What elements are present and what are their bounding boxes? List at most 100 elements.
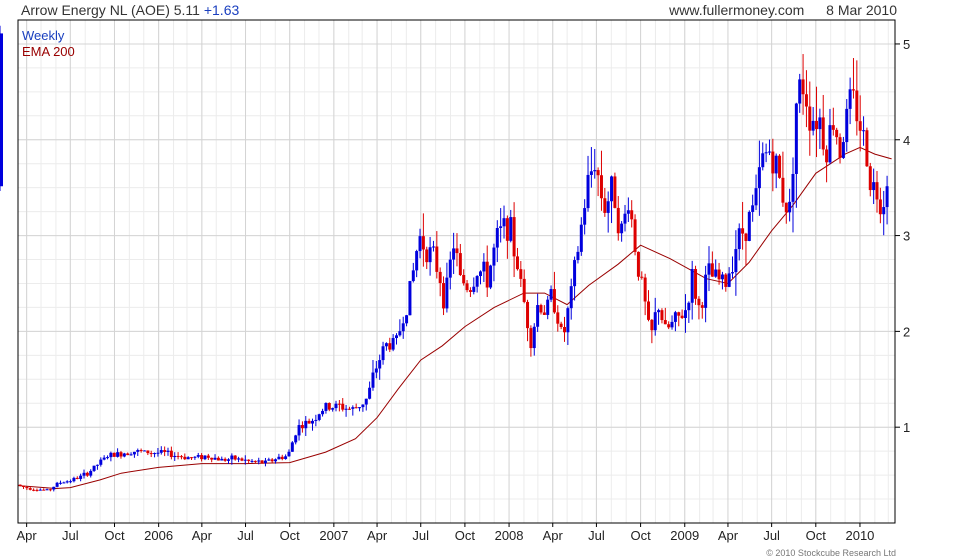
- candle-body: [270, 459, 274, 462]
- candle-body: [744, 233, 748, 241]
- candle-body: [794, 103, 798, 174]
- candle-body: [546, 299, 550, 315]
- candle-body: [559, 323, 563, 328]
- candle-body: [576, 251, 580, 261]
- candle-body: [331, 408, 335, 410]
- candle-body: [132, 451, 136, 455]
- x-tick-label: Jul: [237, 528, 254, 543]
- candle-body: [294, 435, 298, 443]
- legend-entry: EMA 200: [22, 44, 75, 59]
- candle-body: [529, 328, 533, 349]
- candle-body: [791, 173, 795, 202]
- y-tick-label: 1: [903, 420, 910, 435]
- x-tick-label: Oct: [104, 528, 125, 543]
- candle-body: [828, 125, 832, 163]
- candle-body: [767, 151, 771, 153]
- candle-body: [872, 182, 876, 191]
- candle-body: [72, 477, 76, 482]
- candle-body: [247, 459, 251, 461]
- candle-body: [734, 249, 738, 273]
- candle-body: [159, 450, 163, 453]
- candle-body: [771, 151, 775, 174]
- candle-body: [18, 484, 22, 486]
- candle-body: [317, 414, 321, 420]
- candle-body: [596, 170, 600, 176]
- candle-body: [126, 453, 130, 456]
- candle-body: [200, 455, 204, 460]
- candle-body: [166, 450, 170, 452]
- candle-body: [156, 452, 160, 454]
- candle-body: [452, 248, 456, 260]
- plot-frame: [17, 19, 896, 524]
- candle-body: [566, 308, 570, 333]
- candle-body: [589, 171, 593, 175]
- candle-body: [650, 319, 654, 331]
- candle-body: [465, 283, 469, 291]
- candle-body: [106, 457, 110, 459]
- candle-body: [163, 450, 167, 452]
- candle-body: [297, 425, 301, 436]
- candle-body: [882, 207, 886, 215]
- x-tick-label: Jul: [763, 528, 780, 543]
- candle-body: [764, 152, 768, 154]
- candle-body: [388, 343, 392, 350]
- candle-body: [149, 453, 153, 455]
- candle-body: [176, 455, 180, 457]
- candle-body: [825, 149, 829, 163]
- candle-body: [512, 217, 516, 257]
- candle-body: [539, 305, 543, 313]
- candle-body: [710, 263, 714, 277]
- candle-body: [838, 137, 842, 158]
- candle-body: [327, 403, 331, 410]
- candle-body: [25, 487, 29, 489]
- candle-body: [878, 199, 882, 215]
- candle-body: [670, 321, 674, 328]
- x-tick-label: Apr: [192, 528, 213, 543]
- candle-body: [455, 248, 459, 254]
- candle-body: [475, 276, 479, 287]
- x-tick-label: 2009: [670, 528, 699, 543]
- candle-body: [82, 472, 86, 476]
- candle-body: [274, 459, 278, 462]
- candle-body: [169, 450, 173, 458]
- candle-body: [45, 489, 49, 491]
- candle-body: [69, 481, 73, 483]
- x-tick-label: 2008: [495, 528, 524, 543]
- candle-body: [841, 142, 845, 158]
- candle-body: [815, 120, 819, 130]
- candle-body: [778, 155, 782, 178]
- candle-body: [394, 335, 398, 339]
- candle-body: [579, 224, 583, 252]
- x-tick-label: Oct: [280, 528, 301, 543]
- candle-body: [139, 450, 143, 452]
- candle-body: [667, 324, 671, 328]
- candle-body: [196, 455, 200, 457]
- x-tick-label: Jul: [412, 528, 429, 543]
- candle-body: [220, 458, 224, 461]
- candle-body: [808, 106, 812, 131]
- candle-body: [532, 326, 536, 349]
- candle-body: [851, 89, 855, 91]
- candle-body: [284, 456, 288, 460]
- candle-body: [633, 219, 637, 252]
- candle-body: [875, 182, 879, 200]
- candle-body: [129, 454, 133, 456]
- candle-body: [190, 457, 194, 459]
- candle-body: [804, 94, 808, 107]
- candle-body: [505, 218, 509, 241]
- candle-body: [690, 269, 694, 303]
- candles-layer: [0, 25, 889, 492]
- x-axis: Apr Jul Oct 2006 Apr Jul Oct 2007 Apr Jul Oct 2008 A…: [17, 523, 874, 543]
- y-tick-label: 3: [903, 229, 910, 244]
- candle-body: [210, 457, 214, 460]
- candle-body: [186, 457, 190, 460]
- candle-body: [492, 247, 496, 266]
- x-tick-label: Oct: [630, 528, 651, 543]
- x-tick-label: Jul: [62, 528, 79, 543]
- candle-body: [35, 489, 39, 491]
- candle-body: [536, 305, 540, 327]
- candle-body: [606, 201, 610, 213]
- candle-body: [179, 456, 183, 458]
- candle-body: [378, 360, 382, 369]
- candle-body: [707, 263, 711, 275]
